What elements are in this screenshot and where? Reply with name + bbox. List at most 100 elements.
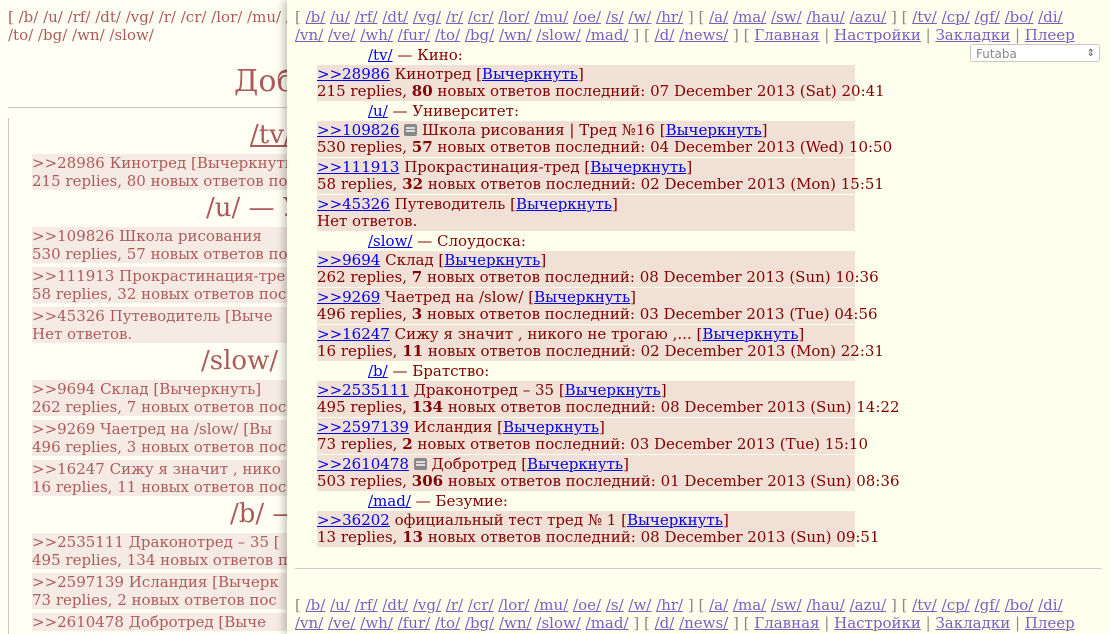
thread-link[interactable]: >>2597139 xyxy=(317,418,409,436)
board-link[interactable]: /bo/ xyxy=(1005,596,1034,614)
board-link[interactable]: /u/ xyxy=(330,596,350,614)
board-link[interactable]: /lor/ xyxy=(498,596,529,614)
board-link[interactable]: /to/ xyxy=(435,614,460,632)
board-link[interactable]: /di/ xyxy=(1038,8,1063,26)
board-link[interactable]: /vg/ xyxy=(413,596,441,614)
board-link[interactable]: /dt/ xyxy=(382,596,408,614)
board-link[interactable]: /cp/ xyxy=(942,8,970,26)
strike-button[interactable]: Вычеркнуть xyxy=(627,511,723,529)
board-link[interactable]: /u/ xyxy=(368,102,388,120)
board-link[interactable]: /mad/ xyxy=(368,492,411,510)
board-link[interactable]: /d/ xyxy=(655,26,675,44)
thread-link[interactable]: >>9269 xyxy=(317,288,380,306)
thread-link[interactable]: >>111913 xyxy=(317,158,399,176)
board-link[interactable]: /to/ xyxy=(435,26,460,44)
board-link[interactable]: /vn/ xyxy=(295,614,323,632)
board-link[interactable]: /w/ xyxy=(628,8,651,26)
board-link[interactable]: /hau/ xyxy=(806,596,844,614)
strike-button[interactable]: Вычеркнуть xyxy=(503,418,599,436)
strike-button[interactable]: Вычеркнуть xyxy=(444,251,540,269)
board-link[interactable]: /ve/ xyxy=(328,26,355,44)
strike-button[interactable]: Вычеркнуть xyxy=(565,381,661,399)
board-link[interactable]: /vn/ xyxy=(295,26,323,44)
board-link[interactable]: /mad/ xyxy=(586,26,629,44)
board-link[interactable]: /hr/ xyxy=(656,596,683,614)
strike-button[interactable]: Вычеркнуть xyxy=(534,288,630,306)
board-link[interactable]: /dt/ xyxy=(382,8,408,26)
board-link[interactable]: /wn/ xyxy=(499,614,532,632)
board-link[interactable]: /fur/ xyxy=(398,26,431,44)
board-link[interactable]: /mu/ xyxy=(534,596,568,614)
strike-button[interactable]: Вычеркнуть xyxy=(590,158,686,176)
menu-link[interactable]: Главная xyxy=(754,614,819,632)
board-link[interactable]: /s/ xyxy=(606,596,624,614)
menu-link[interactable]: Плеер xyxy=(1025,614,1075,632)
board-link[interactable]: /di/ xyxy=(1038,596,1063,614)
board-link[interactable]: /wh/ xyxy=(360,26,393,44)
board-link[interactable]: /b/ xyxy=(306,596,326,614)
strike-button[interactable]: Вычеркнуть xyxy=(666,121,762,139)
board-link[interactable]: /ma/ xyxy=(733,8,766,26)
board-link[interactable]: /ma/ xyxy=(733,596,766,614)
board-link[interactable]: /hau/ xyxy=(806,8,844,26)
board-link[interactable]: /r/ xyxy=(446,596,463,614)
board-link[interactable]: /mu/ xyxy=(534,8,568,26)
board-link[interactable]: /b/ xyxy=(306,8,326,26)
board-link[interactable]: /slow/ xyxy=(536,614,580,632)
board-link[interactable]: /cr/ xyxy=(468,8,494,26)
board-link[interactable]: /rf/ xyxy=(355,596,378,614)
board-link[interactable]: /tv/ xyxy=(912,596,937,614)
menu-link[interactable]: Настройки xyxy=(834,26,921,44)
board-link[interactable]: /u/ xyxy=(330,8,350,26)
board-link[interactable]: /b/ xyxy=(368,362,388,380)
thread-link[interactable]: >>28986 xyxy=(317,65,390,83)
board-link[interactable]: /azu/ xyxy=(850,596,887,614)
board-link[interactable]: /news/ xyxy=(679,614,728,632)
board-link[interactable]: /wn/ xyxy=(499,26,532,44)
strike-button[interactable]: Вычеркнуть xyxy=(702,325,798,343)
board-link[interactable]: /d/ xyxy=(655,614,675,632)
menu-link[interactable]: Главная xyxy=(754,26,819,44)
thread-link[interactable]: >>45326 xyxy=(317,195,390,213)
board-link[interactable]: /a/ xyxy=(709,596,728,614)
strike-button[interactable]: Вычеркнуть xyxy=(482,65,578,83)
board-link[interactable]: /gf/ xyxy=(975,596,1000,614)
board-link[interactable]: /oe/ xyxy=(573,8,601,26)
thread-link[interactable]: >>16247 xyxy=(317,325,390,343)
board-link[interactable]: /a/ xyxy=(709,8,728,26)
board-link[interactable]: /slow/ xyxy=(536,26,580,44)
board-link[interactable]: /r/ xyxy=(446,8,463,26)
menu-link[interactable]: Настройки xyxy=(834,614,921,632)
board-link[interactable]: /tv/ xyxy=(368,46,393,64)
board-link[interactable]: /bo/ xyxy=(1005,8,1034,26)
board-link[interactable]: /wh/ xyxy=(360,614,393,632)
board-link[interactable]: /fur/ xyxy=(398,614,431,632)
menu-link[interactable]: Закладки xyxy=(935,26,1010,44)
board-link[interactable]: /lor/ xyxy=(498,8,529,26)
board-link[interactable]: /mad/ xyxy=(586,614,629,632)
thread-link[interactable]: >>109826 xyxy=(317,121,399,139)
board-link[interactable]: /azu/ xyxy=(850,8,887,26)
board-link[interactable]: /cr/ xyxy=(468,596,494,614)
board-link[interactable]: /oe/ xyxy=(573,596,601,614)
thread-link[interactable]: >>2535111 xyxy=(317,381,409,399)
board-link[interactable]: /news/ xyxy=(679,26,728,44)
thread-link[interactable]: >>2610478 xyxy=(317,455,409,473)
board-link[interactable]: /bg/ xyxy=(465,26,494,44)
board-link[interactable]: /vg/ xyxy=(413,8,441,26)
menu-link[interactable]: Плеер xyxy=(1025,26,1075,44)
board-link[interactable]: /sw/ xyxy=(771,596,802,614)
menu-link[interactable]: Закладки xyxy=(935,614,1010,632)
board-link[interactable]: /slow/ xyxy=(368,232,412,250)
board-link[interactable]: /hr/ xyxy=(656,8,683,26)
board-link[interactable]: /rf/ xyxy=(355,8,378,26)
board-link[interactable]: /bg/ xyxy=(465,614,494,632)
board-link[interactable]: /cp/ xyxy=(942,596,970,614)
board-link[interactable]: /ve/ xyxy=(328,614,355,632)
board-link[interactable]: /s/ xyxy=(606,8,624,26)
board-link[interactable]: /gf/ xyxy=(975,8,1000,26)
board-link[interactable]: /sw/ xyxy=(771,8,802,26)
strike-button[interactable]: Вычеркнуть xyxy=(516,195,612,213)
board-link[interactable]: /tv/ xyxy=(912,8,937,26)
thread-link[interactable]: >>36202 xyxy=(317,511,390,529)
